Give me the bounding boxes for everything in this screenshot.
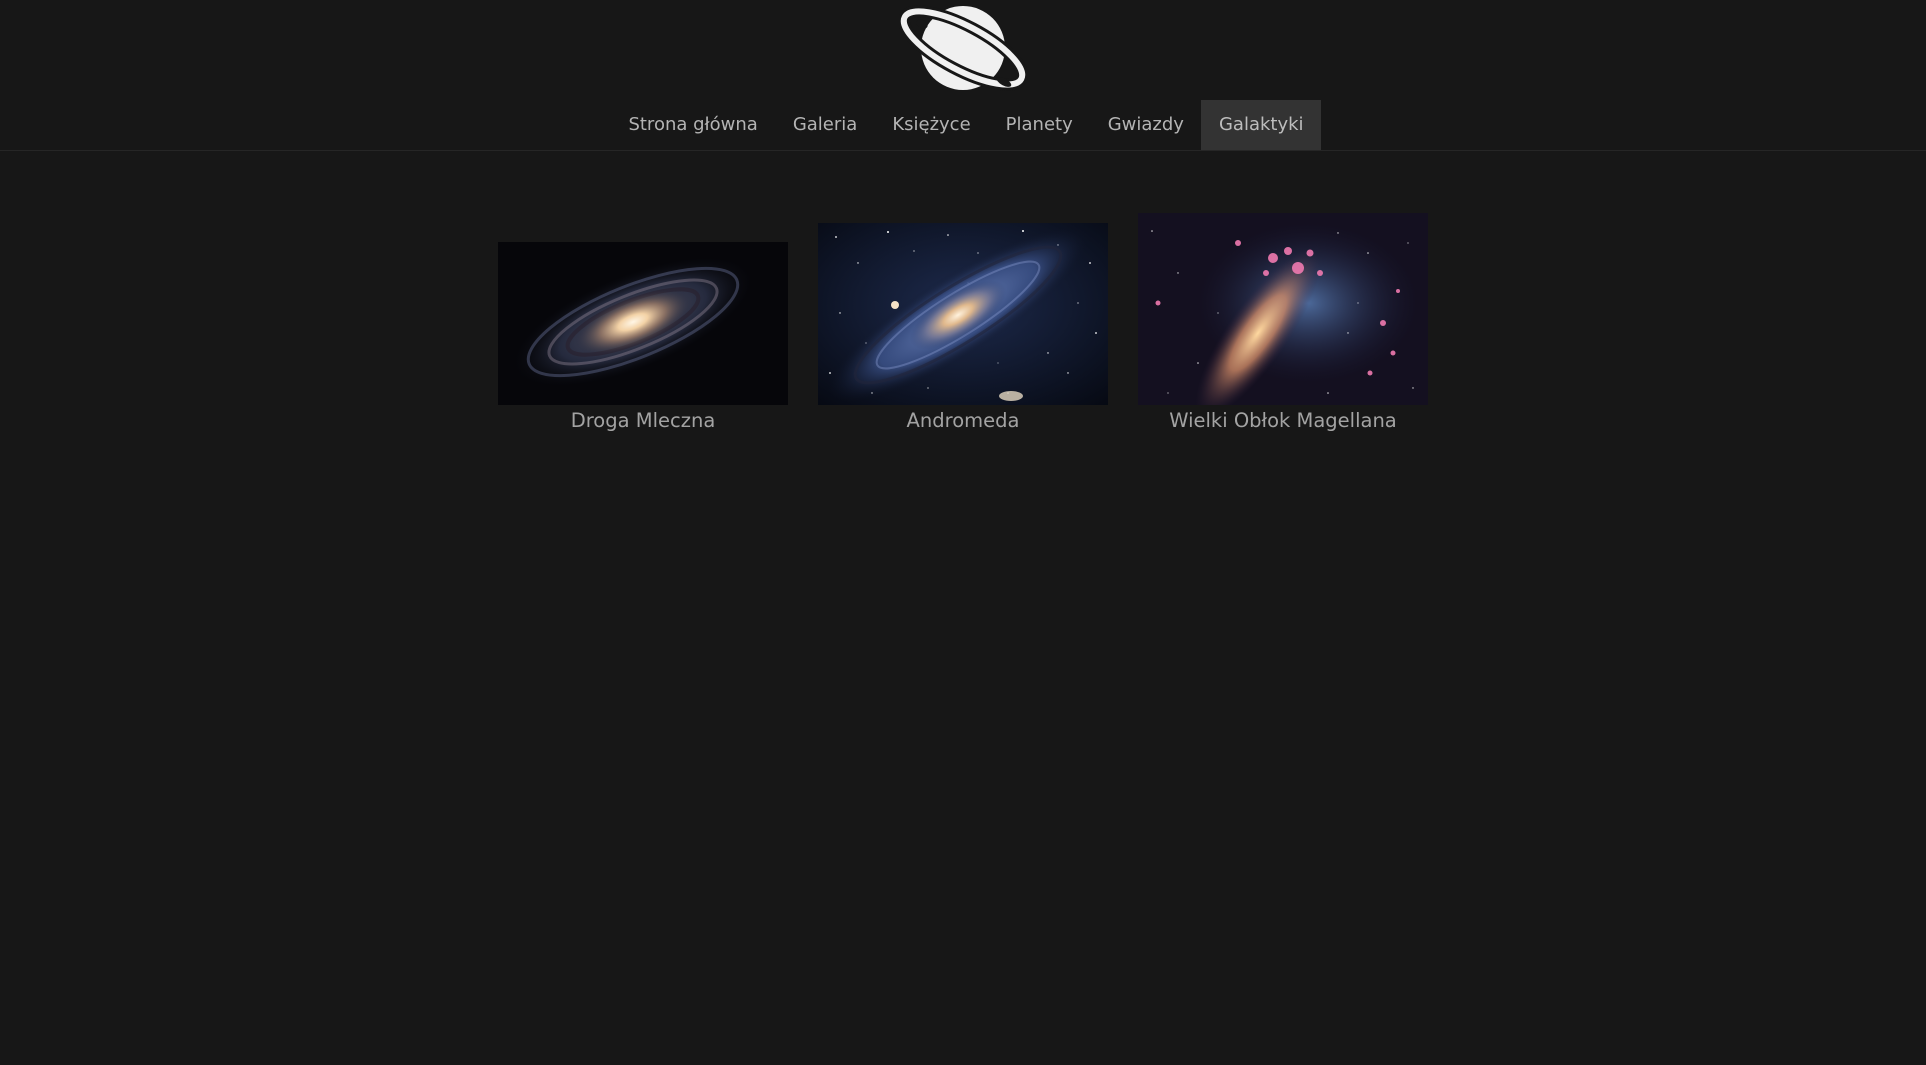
gallery-caption[interactable]: Wielki Obłok Magellana [1138, 409, 1428, 432]
nav-item-home[interactable]: Strona główna [611, 100, 775, 150]
nav-item-gallery[interactable]: Galeria [775, 100, 875, 150]
milky-way-image[interactable] [498, 242, 788, 405]
large-magellanic-cloud-image[interactable] [1138, 213, 1428, 405]
nav-item-galaxies[interactable]: Galaktyki [1201, 100, 1322, 150]
site-header: Strona główna Galeria Księżyce Planety G… [0, 0, 1926, 151]
gallery-caption[interactable]: Droga Mleczna [498, 409, 788, 432]
nav-item-moons[interactable]: Księżyce [875, 100, 988, 150]
nav-item-planets[interactable]: Planety [988, 100, 1090, 150]
gallery-caption[interactable]: Andromeda [818, 409, 1108, 432]
nav-item-stars[interactable]: Gwiazdy [1090, 100, 1201, 150]
andromeda-image[interactable] [818, 223, 1108, 405]
saturn-logo-icon[interactable] [899, 2, 1028, 97]
main-nav: Strona główna Galeria Księżyce Planety G… [0, 100, 1926, 150]
